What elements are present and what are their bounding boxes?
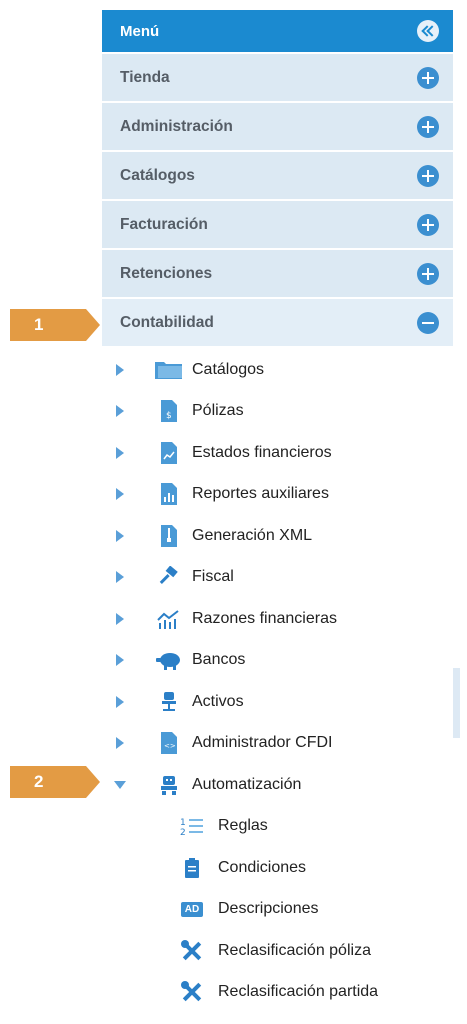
- tools-icon: [178, 980, 206, 1004]
- submenu-item-condiciones[interactable]: Condiciones: [102, 847, 453, 889]
- submenu-item-label: Reglas: [218, 817, 268, 835]
- menu-item-label: Reportes auxiliares: [192, 485, 329, 503]
- section-label: Contabilidad: [120, 313, 214, 331]
- expand-arrow-icon[interactable]: [116, 612, 124, 625]
- svg-text:2: 2: [180, 828, 186, 837]
- submenu-item-label: Condiciones: [218, 858, 307, 876]
- menu-item-administrador-cfdi[interactable]: <> Administrador CFDI: [102, 723, 453, 765]
- expand-plus-icon[interactable]: [417, 262, 439, 285]
- menu-item-label: Generación XML: [192, 526, 313, 544]
- submenu-item-label: Reclasificación partida: [218, 983, 379, 1001]
- document-dollar-icon: $: [152, 399, 186, 423]
- expand-plus-icon[interactable]: [417, 115, 439, 138]
- sidebar-menu: Menú Tienda Administración Catálogos Fac…: [102, 10, 453, 1024]
- menu-header: Menú: [102, 10, 453, 52]
- numbered-list-icon: 12: [178, 814, 206, 838]
- expand-arrow-icon[interactable]: [116, 695, 124, 708]
- submenu-item-reglas[interactable]: 12 Reglas: [102, 806, 453, 848]
- menu-item-label: Pólizas: [192, 402, 244, 420]
- section-retenciones[interactable]: Retenciones: [102, 250, 453, 297]
- section-label: Administración: [120, 117, 233, 135]
- callout-2: [10, 766, 100, 798]
- document-zip-icon: [152, 524, 186, 548]
- tools-icon: [178, 939, 206, 963]
- expand-plus-icon[interactable]: [417, 213, 439, 236]
- gavel-icon: [152, 565, 186, 589]
- submenu-item-descripciones[interactable]: AD Descripciones: [102, 889, 453, 931]
- menu-item-reportes-auxiliares[interactable]: Reportes auxiliares: [102, 474, 453, 516]
- expand-arrow-icon[interactable]: [116, 488, 124, 501]
- section-contabilidad[interactable]: Contabilidad: [102, 299, 453, 346]
- menu-item-automatizacion[interactable]: Automatización: [102, 764, 453, 806]
- expand-arrow-icon[interactable]: [116, 654, 124, 667]
- document-chart-icon: [152, 441, 186, 465]
- piggy-bank-icon: [152, 648, 186, 672]
- section-facturacion[interactable]: Facturación: [102, 201, 453, 248]
- menu-item-generacion-xml[interactable]: Generación XML: [102, 515, 453, 557]
- callout-1: [10, 309, 100, 341]
- collapse-arrow-icon[interactable]: [114, 780, 126, 789]
- expand-arrow-icon[interactable]: [116, 737, 124, 750]
- menu-item-polizas[interactable]: $ Pólizas: [102, 391, 453, 433]
- section-administracion[interactable]: Administración: [102, 103, 453, 150]
- menu-item-label: Automatización: [192, 775, 302, 793]
- menu-item-label: Razones financieras: [192, 609, 337, 627]
- submenu-item-reclasificacion-partida[interactable]: Reclasificación partida: [102, 972, 453, 1014]
- collapse-menu-icon[interactable]: [417, 20, 439, 42]
- menu-title: Menú: [120, 22, 160, 40]
- expand-arrow-icon[interactable]: [116, 529, 124, 542]
- robot-icon: [152, 773, 186, 797]
- collapse-minus-icon[interactable]: [417, 311, 439, 334]
- expand-plus-icon[interactable]: [417, 164, 439, 187]
- section-label: Catálogos: [120, 166, 195, 184]
- submenu-item-label: Reclasificación póliza: [218, 941, 371, 959]
- trend-chart-icon: [152, 607, 186, 631]
- menu-item-estados-financieros[interactable]: Estados financieros: [102, 432, 453, 474]
- menu-item-label: Catálogos: [192, 360, 265, 378]
- expand-arrow-icon[interactable]: [116, 446, 124, 459]
- expand-arrow-icon[interactable]: [116, 363, 124, 376]
- section-label: Tienda: [120, 68, 170, 86]
- menu-item-label: Estados financieros: [192, 443, 332, 461]
- submenu-item-label: Descripciones: [218, 900, 319, 918]
- menu-item-bancos[interactable]: Bancos: [102, 640, 453, 682]
- section-catalogos[interactable]: Catálogos: [102, 152, 453, 199]
- office-chair-icon: [152, 690, 186, 714]
- ad-badge-icon: AD: [178, 897, 206, 921]
- svg-text:1: 1: [180, 818, 186, 828]
- menu-item-catalogos[interactable]: Catálogos: [102, 349, 453, 391]
- menu-item-label: Bancos: [192, 651, 246, 669]
- expand-plus-icon[interactable]: [417, 66, 439, 89]
- menu-item-fiscal[interactable]: Fiscal: [102, 557, 453, 599]
- section-tienda[interactable]: Tienda: [102, 54, 453, 101]
- submenu-item-reclasificacion-poliza[interactable]: Reclasificación póliza: [102, 930, 453, 972]
- bar-chart-icon: [152, 482, 186, 506]
- ad-badge-text: AD: [180, 901, 204, 917]
- expand-arrow-icon[interactable]: [116, 571, 124, 584]
- document-code-icon: <>: [152, 731, 186, 755]
- menu-item-label: Administrador CFDI: [192, 734, 333, 752]
- expand-arrow-icon[interactable]: [116, 405, 124, 418]
- folder-icon: [152, 358, 186, 382]
- menu-item-label: Activos: [192, 692, 244, 710]
- menu-item-label: Fiscal: [192, 568, 234, 586]
- section-label: Retenciones: [120, 264, 213, 282]
- menu-item-razones-financieras[interactable]: Razones financieras: [102, 598, 453, 640]
- svg-text:$: $: [166, 411, 172, 421]
- menu-item-activos[interactable]: Activos: [102, 681, 453, 723]
- section-label: Facturación: [120, 215, 208, 233]
- svg-text:<>: <>: [164, 742, 176, 750]
- clipboard-icon: [178, 856, 206, 880]
